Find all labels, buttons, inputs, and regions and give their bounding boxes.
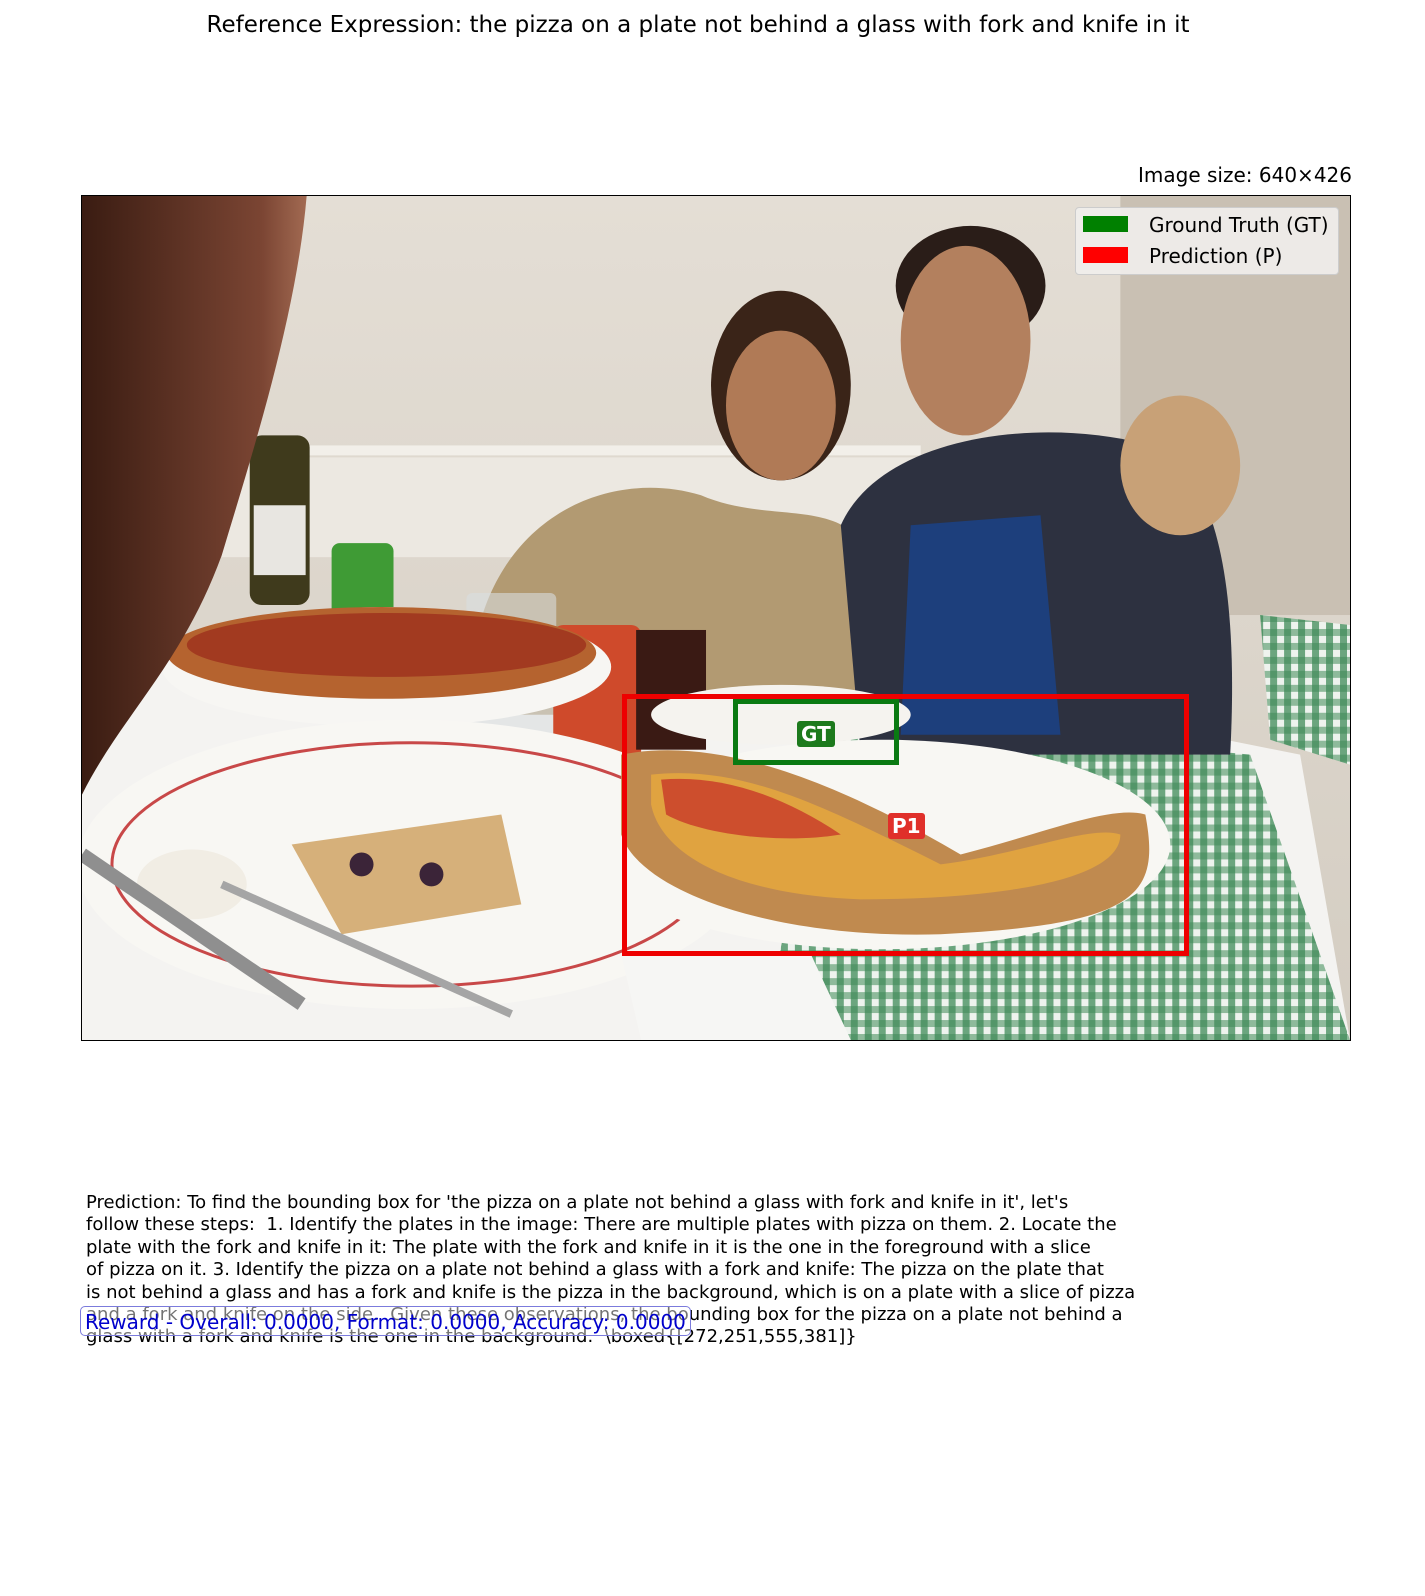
prediction-box-tag: P1 bbox=[888, 813, 925, 839]
gt-box-tag: GT bbox=[797, 721, 835, 747]
image-frame: GT P1 Ground Truth (GT) Prediction (P) bbox=[81, 195, 1351, 1041]
legend-label-prediction: Prediction (P) bbox=[1149, 244, 1283, 268]
gt-swatch-icon bbox=[1083, 216, 1128, 232]
prediction-swatch-icon bbox=[1083, 247, 1128, 263]
reference-expression-title: Reference Expression: the pizza on a pla… bbox=[206, 12, 1190, 38]
image-size-label: Image size: 640×426 bbox=[1138, 163, 1352, 187]
legend-label-gt: Ground Truth (GT) bbox=[1149, 213, 1329, 237]
legend: Ground Truth (GT) Prediction (P) bbox=[1075, 207, 1339, 275]
reward-summary: Reward - Overall: 0.0000, Format: 0.0000… bbox=[80, 1306, 691, 1336]
